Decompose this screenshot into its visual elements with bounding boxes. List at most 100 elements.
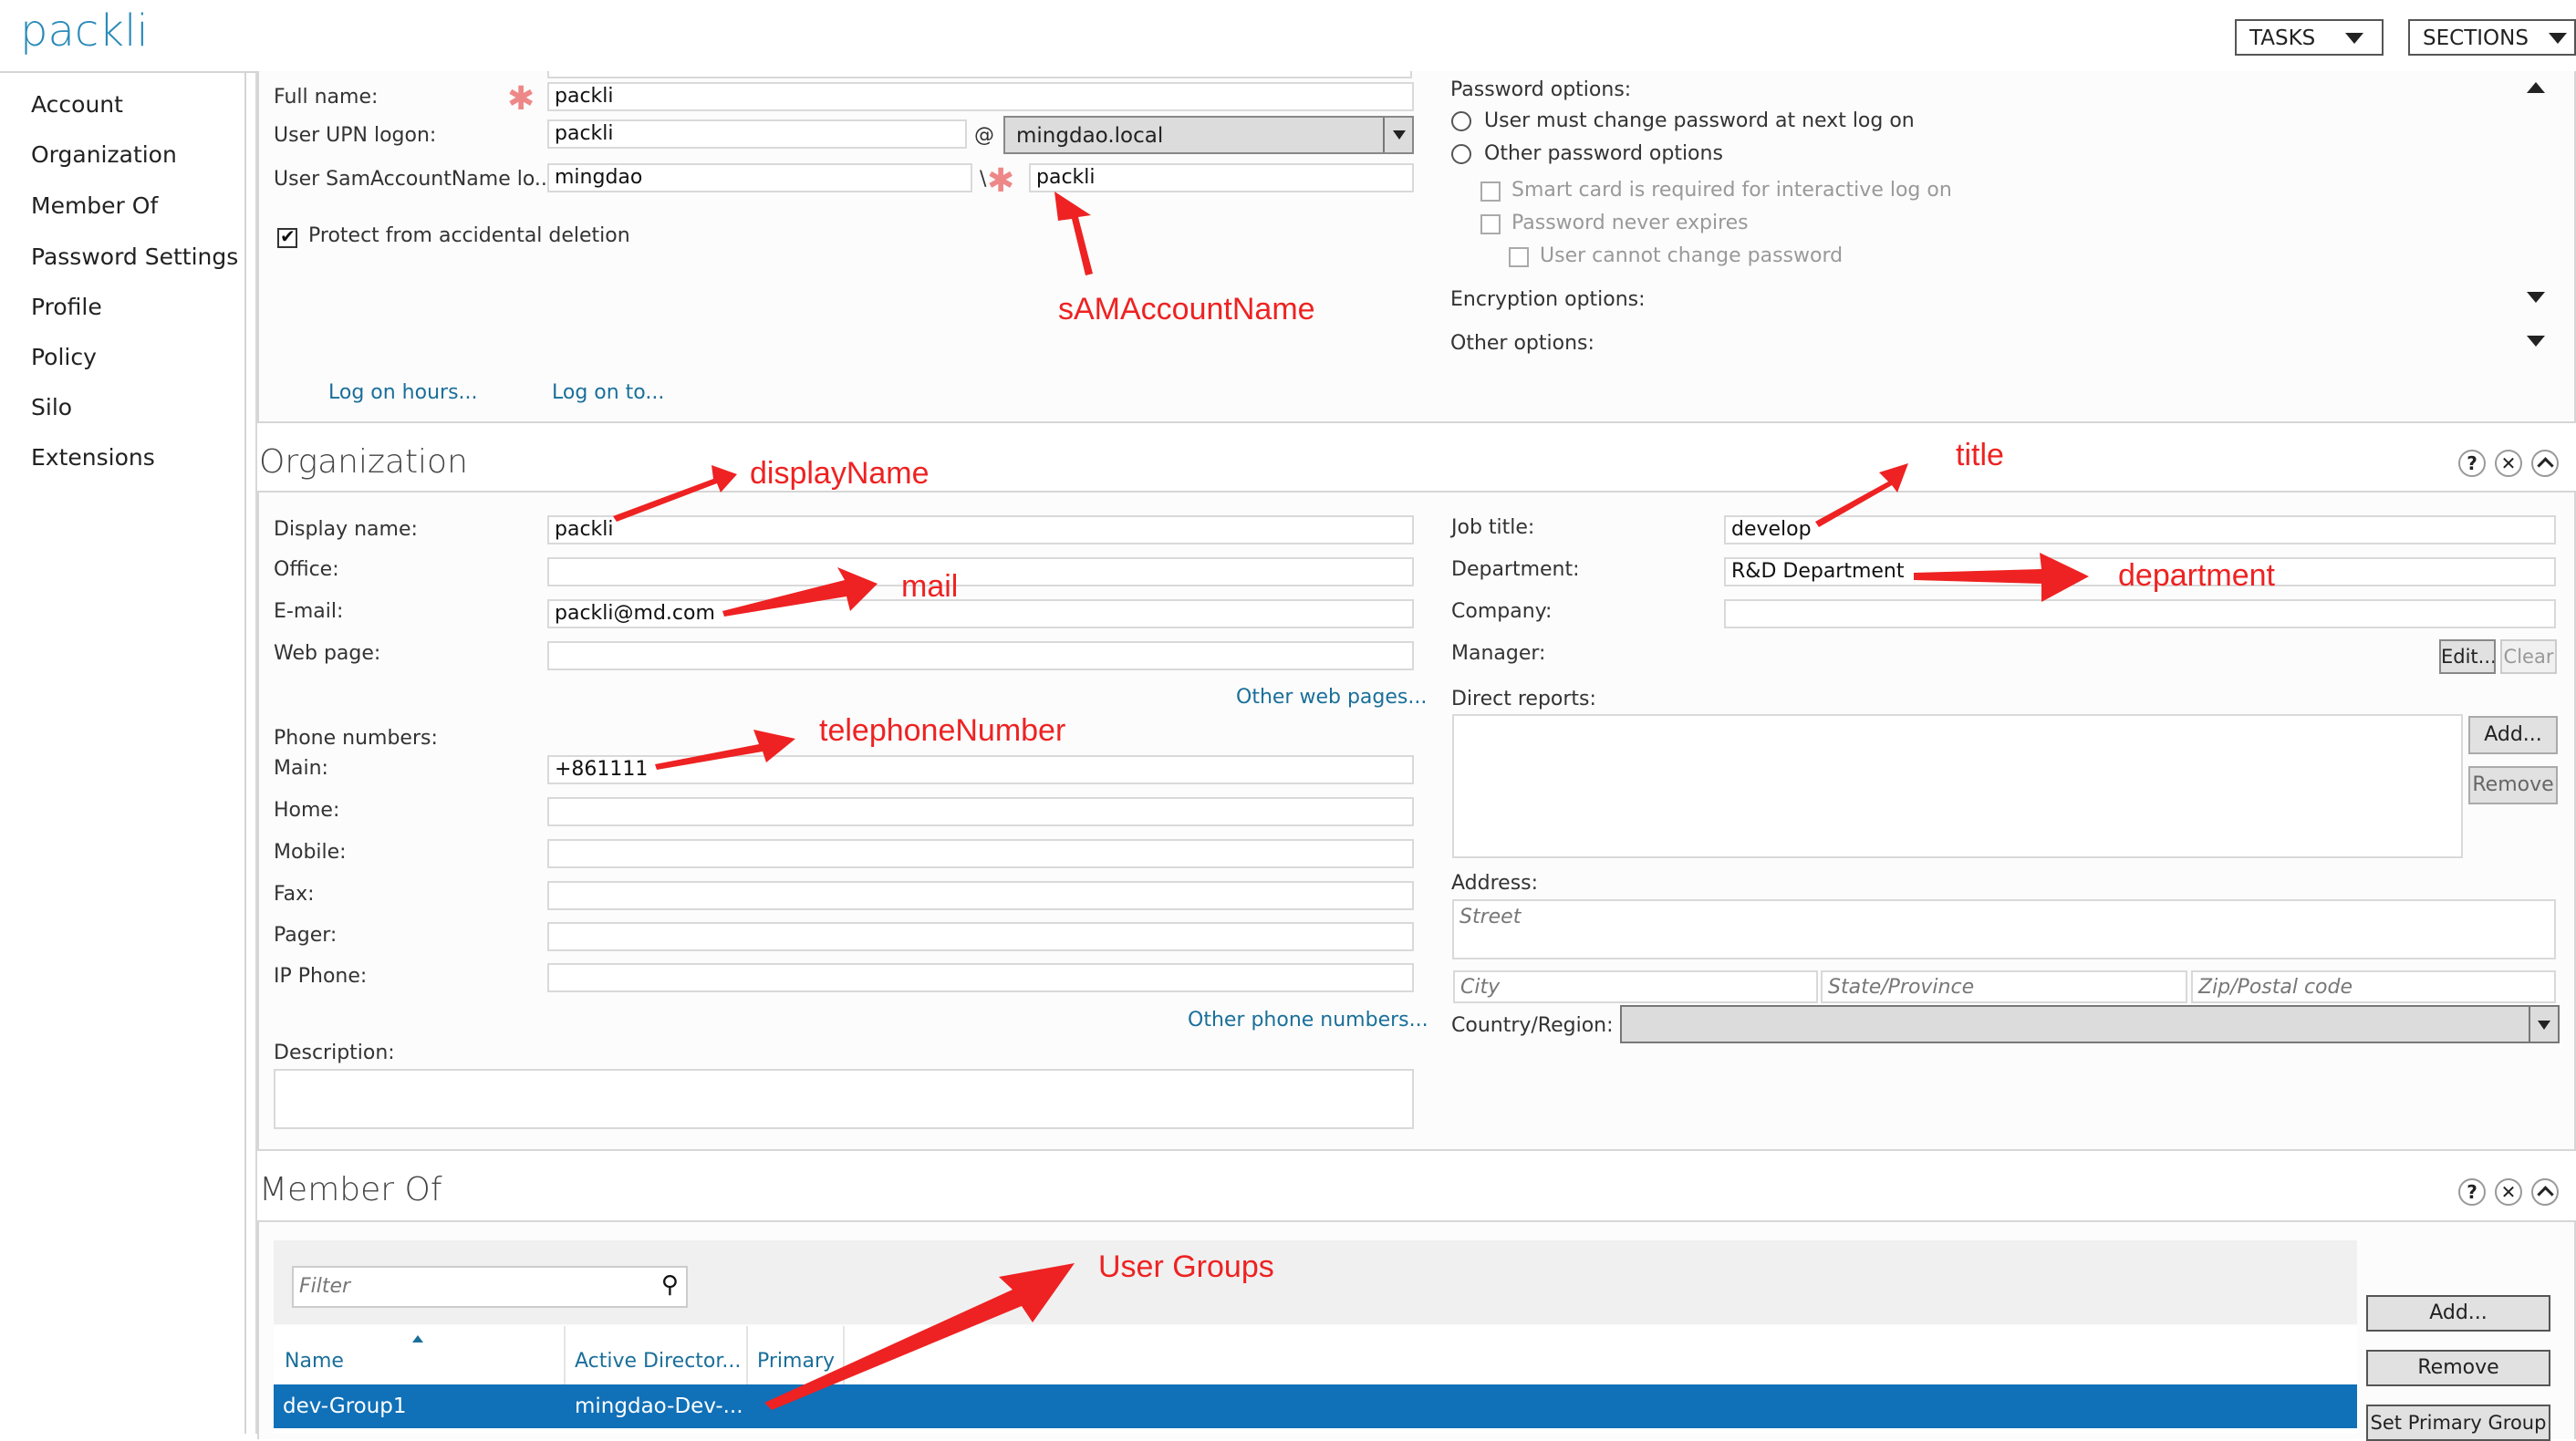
annotation-groups-label: User Groups [1098, 1249, 1274, 1284]
main-phone-label: Main: [274, 757, 328, 780]
other-web-pages-link[interactable]: Other web pages... [1236, 686, 1427, 709]
manager-label: Manager: [1451, 642, 1546, 665]
annotation-display-name-label: displayName [750, 456, 930, 491]
display-name-input[interactable]: packli [547, 515, 1414, 544]
must-change-password-radio[interactable] [1451, 111, 1471, 131]
other-password-options-radio[interactable] [1451, 144, 1471, 164]
description-input[interactable] [274, 1069, 1414, 1129]
home-phone-input[interactable] [547, 797, 1414, 826]
expand-arrow-icon[interactable] [2527, 336, 2545, 347]
ip-phone-label: IP Phone: [274, 965, 368, 988]
required-icon: ✱ [507, 80, 535, 118]
sam-domain-input[interactable]: mingdao [547, 163, 972, 192]
help-icon[interactable]: ? [2458, 1178, 2486, 1206]
manager-clear-button[interactable]: Clear [2500, 639, 2557, 674]
street-input[interactable]: Street [1452, 899, 2556, 959]
column-header-name[interactable]: Name [274, 1326, 564, 1384]
protect-deletion-checkbox[interactable]: ✔ [277, 225, 297, 248]
never-expires-checkbox[interactable] [1480, 214, 1501, 234]
cannot-change-checkbox[interactable] [1509, 247, 1529, 267]
company-label: Company: [1451, 600, 1553, 623]
mobile-phone-input[interactable] [547, 839, 1414, 868]
sam-separator: \ [980, 168, 987, 191]
fax-label: Fax: [274, 883, 315, 906]
group-filter-input[interactable]: Filter ⚲ [292, 1266, 688, 1308]
upn-logon-label: User UPN logon: [274, 124, 437, 147]
tasks-button[interactable]: TASKS [2235, 19, 2384, 56]
close-icon[interactable]: ✕ [2495, 1178, 2522, 1206]
other-phone-numbers-link[interactable]: Other phone numbers... [1188, 1009, 1428, 1032]
search-icon[interactable]: ⚲ [661, 1271, 679, 1299]
web-page-input[interactable] [547, 641, 1414, 670]
sidebar-item-policy[interactable]: Policy [31, 344, 97, 370]
home-phone-label: Home: [274, 799, 340, 822]
chevron-down-icon [2345, 33, 2363, 44]
collapse-icon[interactable] [2531, 1178, 2559, 1206]
password-options-label: Password options: [1450, 78, 1632, 101]
sidebar-item-account[interactable]: Account [31, 91, 123, 118]
fax-input[interactable] [547, 881, 1414, 910]
group-add-button[interactable]: Add... [2366, 1295, 2550, 1332]
direct-reports-remove-button[interactable]: Remove [2468, 766, 2558, 804]
set-primary-group-button[interactable]: Set Primary Group [2366, 1405, 2550, 1441]
manager-edit-button[interactable]: Edit... [2439, 639, 2496, 674]
annotation-sam-label: sAMAccountName [1058, 292, 1315, 327]
country-region-label: Country/Region: [1451, 1014, 1614, 1037]
direct-reports-list[interactable] [1452, 714, 2463, 858]
group-remove-button[interactable]: Remove [2366, 1350, 2550, 1386]
sidebar-item-organization[interactable]: Organization [31, 141, 177, 168]
pager-input[interactable] [547, 922, 1414, 951]
table-row[interactable]: dev-Group1 mingdao-Dev-... [274, 1384, 2357, 1428]
tasks-label: TASKS [2249, 26, 2316, 50]
chevron-down-icon [2549, 33, 2567, 44]
column-header-primary[interactable]: Primary [748, 1326, 843, 1384]
sidebar-divider [244, 73, 246, 1434]
smart-card-checkbox[interactable] [1480, 181, 1501, 202]
annotation-title-label: title [1956, 438, 2004, 472]
full-name-label: Full name: [274, 86, 379, 109]
window-title: packli [20, 5, 149, 57]
logon-to-link[interactable]: Log on to... [552, 381, 664, 404]
group-name-cell: dev-Group1 [283, 1394, 407, 1418]
cannot-change-label: User cannot change password [1540, 244, 1844, 267]
sidebar: Account Organization Member Of Password … [0, 73, 244, 1434]
description-label: Description: [274, 1042, 395, 1064]
sam-account-input[interactable]: packli [1029, 163, 1414, 192]
filter-placeholder: Filter [299, 1275, 351, 1298]
main-phone-input[interactable]: +861111 [547, 755, 1414, 784]
ip-phone-input[interactable] [547, 963, 1414, 992]
annotation-department-label: department [2118, 558, 2275, 593]
address-label: Address: [1451, 872, 1539, 895]
sections-label: SECTIONS [2423, 26, 2529, 50]
sidebar-item-silo[interactable]: Silo [31, 394, 72, 420]
zip-input[interactable]: Zip/Postal code [2191, 970, 2556, 1003]
sidebar-item-member-of[interactable]: Member Of [31, 192, 158, 219]
direct-reports-label: Direct reports: [1451, 688, 1596, 710]
collapse-icon[interactable] [2531, 450, 2559, 477]
direct-reports-add-button[interactable]: Add... [2468, 716, 2558, 754]
protect-deletion-label: Protect from accidental deletion [308, 224, 630, 247]
country-region-select[interactable] [1620, 1005, 2560, 1043]
company-input[interactable] [1724, 599, 2556, 628]
member-of-section-title: Member Of [259, 1171, 442, 1208]
email-input[interactable]: packli@md.com [547, 599, 1414, 628]
help-icon[interactable]: ? [2458, 450, 2486, 477]
web-page-label: Web page: [274, 642, 381, 665]
sections-button[interactable]: SECTIONS [2408, 19, 2576, 56]
sidebar-item-extensions[interactable]: Extensions [31, 444, 155, 471]
job-title-input[interactable]: develop [1724, 515, 2556, 544]
collapse-arrow-icon[interactable] [2527, 82, 2545, 93]
upn-domain-select[interactable]: mingdao.local [1003, 116, 1414, 154]
upn-logon-input[interactable]: packli [547, 119, 967, 149]
column-divider [843, 1326, 845, 1384]
expand-arrow-icon[interactable] [2527, 292, 2545, 303]
city-input[interactable]: City [1453, 970, 1818, 1003]
sidebar-item-profile[interactable]: Profile [31, 294, 102, 320]
logon-hours-link[interactable]: Log on hours... [328, 381, 478, 404]
full-name-input[interactable]: packli [547, 82, 1414, 111]
sidebar-item-password-settings[interactable]: Password Settings [31, 244, 238, 270]
state-input[interactable]: State/Province [1821, 970, 2187, 1003]
close-icon[interactable]: ✕ [2495, 450, 2522, 477]
office-input[interactable] [547, 557, 1414, 586]
column-header-ad-path[interactable]: Active Director... [566, 1326, 746, 1384]
